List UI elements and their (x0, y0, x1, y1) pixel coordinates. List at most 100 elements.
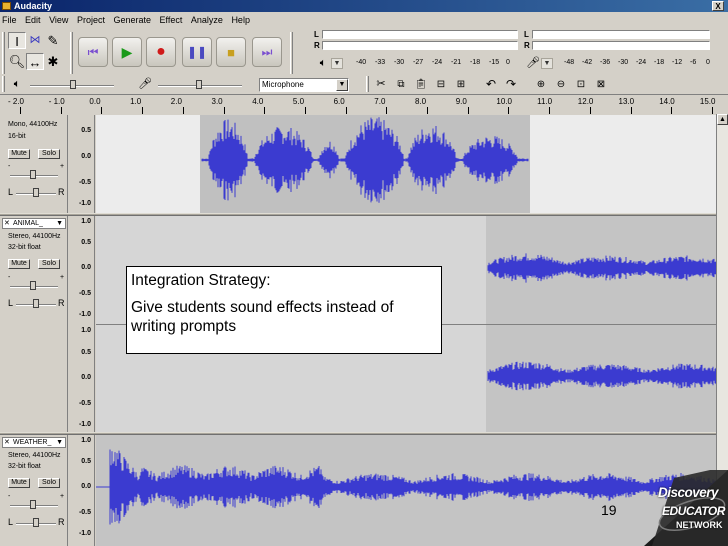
stop-icon: ■ (227, 44, 235, 60)
mute-button[interactable]: Mute (8, 478, 30, 488)
pause-icon: ❚❚ (186, 45, 208, 59)
time-shift-tool-icon[interactable]: ↔ (26, 53, 44, 70)
playback-meter-dropdown-icon[interactable]: ▼ (331, 58, 343, 69)
redo-icon[interactable]: ↷ (502, 76, 520, 93)
silence-icon[interactable]: ⊞ (452, 76, 470, 93)
close-icon[interactable]: ✕ (4, 219, 10, 228)
gain-slider[interactable] (30, 170, 36, 179)
fit-selection-icon[interactable]: ⊡ (572, 76, 590, 93)
pan-slider[interactable] (33, 518, 39, 527)
output-volume-slider[interactable] (70, 80, 76, 89)
ruler-tick-label: 3.0 (211, 97, 223, 106)
gain-slider[interactable] (30, 281, 36, 290)
logo-line-1: Discovery (658, 485, 719, 500)
record-meter-dropdown-icon[interactable]: ▼ (541, 58, 553, 69)
ruler-tick-label: 8.0 (415, 97, 427, 106)
track-name-menu[interactable]: ✕ ANIMAL_ ▼ (2, 218, 66, 229)
menu-effect[interactable]: Effect (158, 12, 187, 28)
scale-label: 0.0 (81, 153, 91, 160)
ruler-tick (182, 107, 184, 114)
scale-label: -0.5 (78, 290, 91, 297)
solo-button[interactable]: Solo (38, 478, 60, 488)
ruler-tick-label: 15.0 (699, 97, 716, 106)
skip-to-start-button[interactable]: ⏮ (78, 37, 108, 67)
envelope-tool-icon[interactable]: ⋈ (26, 32, 44, 49)
ruler-tick-label: 2.0 (170, 97, 182, 106)
zoom-out-icon[interactable]: ⊖ (552, 76, 570, 93)
draw-tool-icon[interactable]: ✎ (44, 32, 62, 49)
toolbar-grip[interactable] (2, 76, 5, 92)
meter-scale-label: -40 (356, 59, 367, 66)
waveform-area[interactable] (96, 435, 717, 546)
menu-analyze[interactable]: Analyze (189, 12, 227, 28)
input-source-select[interactable]: Microphone ▼ (259, 78, 349, 92)
meter-scale-label: -6 (690, 59, 697, 66)
meter-scale-label: -30 (618, 59, 629, 66)
pan-slider[interactable] (33, 299, 39, 308)
paste-icon[interactable]: 📋︎ (412, 76, 430, 93)
menu-view[interactable]: View (47, 12, 72, 28)
menu-edit[interactable]: Edit (23, 12, 45, 28)
waveform (96, 435, 717, 546)
ruler-tick (101, 107, 103, 114)
stop-button[interactable]: ■ (216, 37, 246, 67)
menu-project[interactable]: Project (75, 12, 109, 28)
scale-label: 0.5 (81, 349, 91, 356)
ruler-tick (223, 107, 225, 114)
skip-to-end-button[interactable]: ⏭ (252, 37, 282, 67)
close-icon[interactable]: ✕ (4, 438, 10, 447)
track-bit-depth: 32-bit float (8, 463, 41, 470)
microphone-icon[interactable]: 🎤︎ (524, 55, 542, 72)
zoom-tool-icon[interactable]: 🔍︎ (8, 53, 26, 70)
play-button[interactable]: ▶ (112, 37, 142, 67)
menu-file[interactable]: File (0, 12, 21, 28)
amplitude-scale: 1.0 0.5 0.0 -0.5 -1.0 (69, 435, 95, 546)
audio-track-1[interactable]: Mono, 44100Hz 16-bit Mute Solo - + L R 0… (0, 115, 728, 213)
mute-button[interactable]: Mute (8, 149, 30, 159)
track-name-menu[interactable]: ✕ WEATHER_ ▼ (2, 437, 66, 448)
selection-tool-icon[interactable]: I (8, 32, 26, 49)
toolbar-grip[interactable] (366, 76, 369, 92)
gain-minus-label: - (8, 493, 11, 500)
timeline-ruler[interactable]: - 2.0 - 1.0 0.0 1.0 2.0 3.0 4.0 5.0 6.0 7.0 8.0 9.0… (0, 94, 728, 114)
ruler-tick (386, 107, 388, 114)
mute-button[interactable]: Mute (8, 259, 30, 269)
undo-icon[interactable]: ↶ (482, 76, 500, 93)
gain-slider[interactable] (30, 500, 36, 509)
multi-tool-icon[interactable]: ✱ (44, 53, 62, 70)
output-volume-icon: 🔈︎ (13, 78, 21, 90)
waveform-area[interactable] (96, 115, 716, 213)
cut-icon[interactable]: ✂ (372, 76, 390, 93)
fit-project-icon[interactable]: ⊠ (592, 76, 610, 93)
input-volume-slider[interactable] (196, 80, 202, 89)
ruler-tick-label: 0.0 (89, 97, 101, 106)
window-close-button[interactable]: X (712, 1, 724, 11)
pause-button[interactable]: ❚❚ (182, 37, 212, 67)
meter-scale-label: -27 (413, 59, 424, 66)
audio-track-3[interactable]: ✕ WEATHER_ ▼ Stereo, 44100Hz 32-bit floa… (0, 435, 728, 546)
scale-label: 0.5 (81, 458, 91, 465)
trim-icon[interactable]: ⊟ (432, 76, 450, 93)
toolbar-grip[interactable] (2, 32, 5, 74)
toolbar-grip[interactable] (290, 32, 293, 74)
chevron-down-icon: ▼ (56, 220, 63, 227)
meter-scale-label: -15 (489, 59, 500, 66)
scale-label: -1.0 (78, 311, 91, 318)
pan-slider[interactable] (33, 188, 39, 197)
solo-button[interactable]: Solo (38, 259, 60, 269)
track-format: Stereo, 44100Hz (8, 452, 61, 459)
menu-help[interactable]: Help (229, 12, 254, 28)
solo-button[interactable]: Solo (38, 149, 60, 159)
ruler-tick (671, 107, 673, 114)
track-name: WEATHER_ (13, 439, 52, 446)
scroll-up-icon[interactable]: ▲ (717, 114, 728, 125)
speaker-icon[interactable]: 🔈︎ (314, 55, 332, 72)
scale-label: -0.5 (78, 509, 91, 516)
record-button[interactable]: ● (146, 37, 176, 67)
zoom-in-icon[interactable]: ⊕ (532, 76, 550, 93)
menu-generate[interactable]: Generate (111, 12, 155, 28)
toolbar-grip[interactable] (70, 32, 73, 74)
copy-icon[interactable]: ⧉ (392, 76, 410, 93)
scale-label: 0.0 (81, 264, 91, 271)
gain-plus-label: + (60, 274, 65, 281)
